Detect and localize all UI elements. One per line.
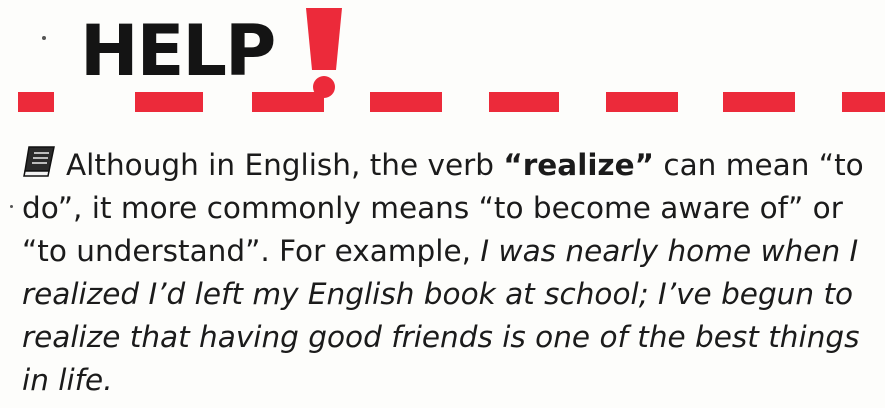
- dash-7: [723, 92, 795, 112]
- dash-5: [489, 92, 559, 112]
- dash-4: [370, 92, 442, 112]
- exclamation-icon: [306, 8, 342, 98]
- help-header: HELP !: [0, 0, 885, 130]
- book-icon: [23, 146, 55, 177]
- dash-8: [842, 92, 885, 112]
- intro-text: Although in English, the verb: [66, 148, 504, 182]
- dash-1: [18, 92, 54, 112]
- speck: [42, 36, 46, 40]
- help-title: HELP: [80, 10, 276, 92]
- term-realize: “realize”: [503, 148, 654, 182]
- help-paragraph: Although in English, the verb “realize” …: [22, 144, 872, 402]
- dash-2: [135, 92, 203, 112]
- margin-speck: [10, 205, 13, 208]
- dash-6: [606, 92, 678, 112]
